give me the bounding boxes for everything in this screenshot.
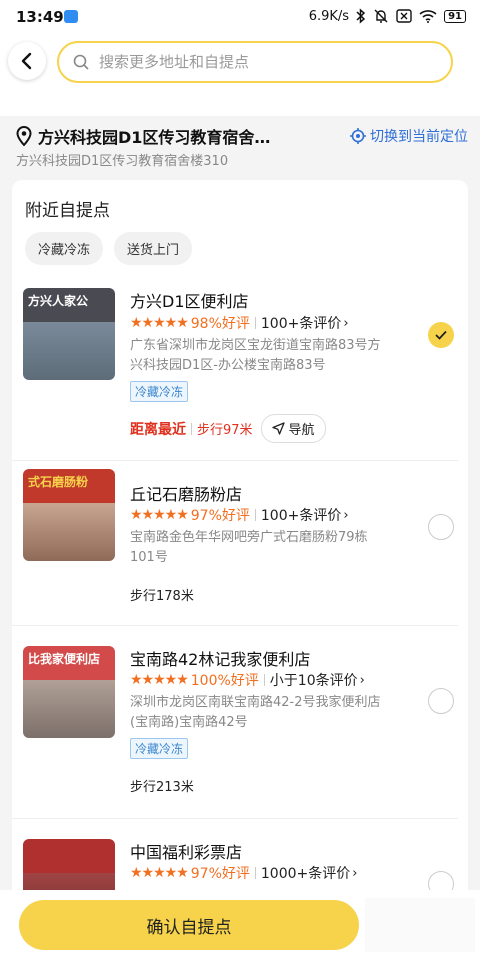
divider (254, 509, 256, 521)
close-box-icon (396, 9, 412, 23)
review-count-link[interactable]: 1000+条评价 (261, 863, 350, 883)
store-front (23, 680, 115, 738)
store-photo: 式石磨肠粉 (23, 469, 115, 561)
location-pin-icon (16, 126, 32, 146)
section-title: 附近自提点 (25, 201, 110, 221)
star-icons: ★★★★★ (130, 865, 189, 881)
sign-text: 方兴人家公 (28, 294, 89, 308)
check-icon (435, 330, 447, 340)
switch-location-button[interactable]: 切换到当前定位 (350, 126, 468, 146)
store-name: 方兴D1区便利店 (130, 292, 249, 311)
back-button[interactable] (8, 42, 46, 80)
sign-text: 式石磨肠粉 (28, 475, 89, 489)
store-list: 方兴人家公 方兴D1区便利店 ★★★★★ 98%好评 100+条评价 › 广东省… (12, 280, 468, 920)
distance-row: 距离最近 步行97米 导航 (130, 414, 326, 443)
app-icon (64, 10, 78, 23)
navigation-arrow-icon (271, 422, 285, 435)
bottom-bar: 确认自提点 (0, 890, 480, 960)
select-radio-checked[interactable] (428, 322, 454, 348)
chevron-right-icon: › (359, 672, 365, 688)
store-address: 深圳市龙岗区南联宝南路42-2号我家便利店(宝南路)宝南路42号 (130, 695, 381, 730)
store-sign: 方兴人家公 (23, 288, 115, 322)
divider (254, 317, 256, 329)
store-rating: ★★★★★ 97%好评 1000+条评价 › (130, 863, 357, 883)
delivery-address: 方兴科技园D1区传习教育宿舍… 方兴科技园D1区传习教育宿舍楼310 切换到当前… (0, 116, 480, 176)
status-bar: 13:49 6.9K/s 91 (0, 0, 480, 34)
store-rating: ★★★★★ 100%好评 小于10条评价 › (130, 670, 365, 690)
rating-score: 98%好评 (190, 316, 250, 332)
store-sign: 比我家便利店 (23, 646, 115, 680)
chevron-left-icon (21, 52, 32, 70)
rating-score: 97%好评 (190, 508, 250, 524)
list-item[interactable]: 方兴人家公 方兴D1区便利店 ★★★★★ 98%好评 100+条评价 › 广东省… (12, 280, 458, 461)
search-input[interactable] (97, 52, 421, 72)
store-name: 丘记石磨肠粉店 (130, 485, 243, 504)
chevron-right-icon: › (352, 865, 358, 881)
store-photo: 方兴人家公 (23, 288, 115, 380)
header (0, 34, 480, 116)
locate-icon (350, 128, 366, 144)
cold-chain-tag: 冷藏冷冻 (130, 381, 189, 402)
status-time: 13:49 (16, 8, 64, 26)
walking-distance: 步行178米 (130, 589, 194, 604)
store-sign: 式石磨肠粉 (23, 469, 115, 503)
store-sign (23, 839, 115, 873)
store-name: 宝南路42林记我家便利店 (130, 650, 311, 669)
store-photo: 比我家便利店 (23, 646, 115, 738)
star-icons: ★★★★★ (130, 315, 189, 331)
distance-row: 步行213米 (130, 776, 194, 795)
bluetooth-icon (356, 8, 366, 24)
store-rating: ★★★★★ 97%好评 100+条评价 › (130, 505, 349, 525)
search-icon (73, 54, 89, 70)
search-box[interactable] (57, 41, 453, 83)
divider (263, 674, 265, 686)
address-detail: 方兴科技园D1区传习教育宿舍楼310 (16, 154, 229, 169)
network-speed: 6.9K/s (308, 8, 350, 24)
gesture-area (365, 898, 475, 952)
mute-icon (374, 9, 388, 23)
rating-score: 100%好评 (190, 673, 259, 689)
navigate-button[interactable]: 导航 (260, 414, 326, 443)
chevron-right-icon: › (343, 315, 349, 331)
wifi-icon (419, 10, 437, 23)
cold-chain-tag: 冷藏冷冻 (130, 738, 189, 759)
nearby-pickup-card: 附近自提点 冷藏冷冻 送货上门 方兴人家公 方兴D1区便利店 ★★★★★ 98%… (12, 180, 468, 920)
review-count-link[interactable]: 100+条评价 (261, 505, 341, 525)
nearest-badge: 距离最近 (130, 421, 186, 438)
list-item[interactable]: 比我家便利店 宝南路42林记我家便利店 ★★★★★ 100%好评 小于10条评价… (12, 626, 458, 819)
select-radio[interactable] (428, 688, 454, 714)
select-radio[interactable] (428, 514, 454, 540)
sign-text: 比我家便利店 (28, 652, 101, 666)
star-icons: ★★★★★ (130, 507, 189, 523)
star-icons: ★★★★★ (130, 672, 189, 688)
store-name: 中国福利彩票店 (130, 843, 243, 862)
navigate-label: 导航 (288, 423, 315, 438)
walking-distance: 步行213米 (130, 780, 194, 795)
filter-chip-cold[interactable]: 冷藏冷冻 (25, 232, 104, 265)
switch-location-label: 切换到当前定位 (370, 129, 468, 145)
review-count-link[interactable]: 100+条评价 (261, 313, 341, 333)
walking-distance: 步行97米 (197, 423, 253, 438)
review-count-link[interactable]: 小于10条评价 (270, 670, 358, 690)
battery-icon: 91 (444, 9, 466, 23)
filter-chips: 冷藏冷冻 送货上门 (25, 232, 193, 265)
store-address: 宝南路金色年华网吧旁广式石磨肠粉79栋101号 (130, 530, 368, 565)
store-front (23, 322, 115, 380)
divider (191, 422, 192, 435)
confirm-pickup-button[interactable]: 确认自提点 (19, 900, 359, 950)
rating-score: 97%好评 (190, 866, 250, 882)
store-rating: ★★★★★ 98%好评 100+条评价 › (130, 313, 349, 333)
address-title[interactable]: 方兴科技园D1区传习教育宿舍… (38, 124, 288, 148)
store-front (23, 503, 115, 561)
divider (254, 867, 256, 879)
store-address: 广东省深圳市龙岗区宝龙街道宝南路83号方兴科技园D1区-办公楼宝南路83号 (130, 338, 381, 373)
distance-row: 步行178米 (130, 585, 194, 604)
chevron-right-icon: › (343, 507, 349, 523)
list-item[interactable]: 式石磨肠粉 丘记石磨肠粉店 ★★★★★ 97%好评 100+条评价 › 宝南路金… (12, 461, 458, 626)
status-right: 6.9K/s 91 (309, 8, 466, 24)
filter-chip-delivery[interactable]: 送货上门 (114, 232, 193, 265)
